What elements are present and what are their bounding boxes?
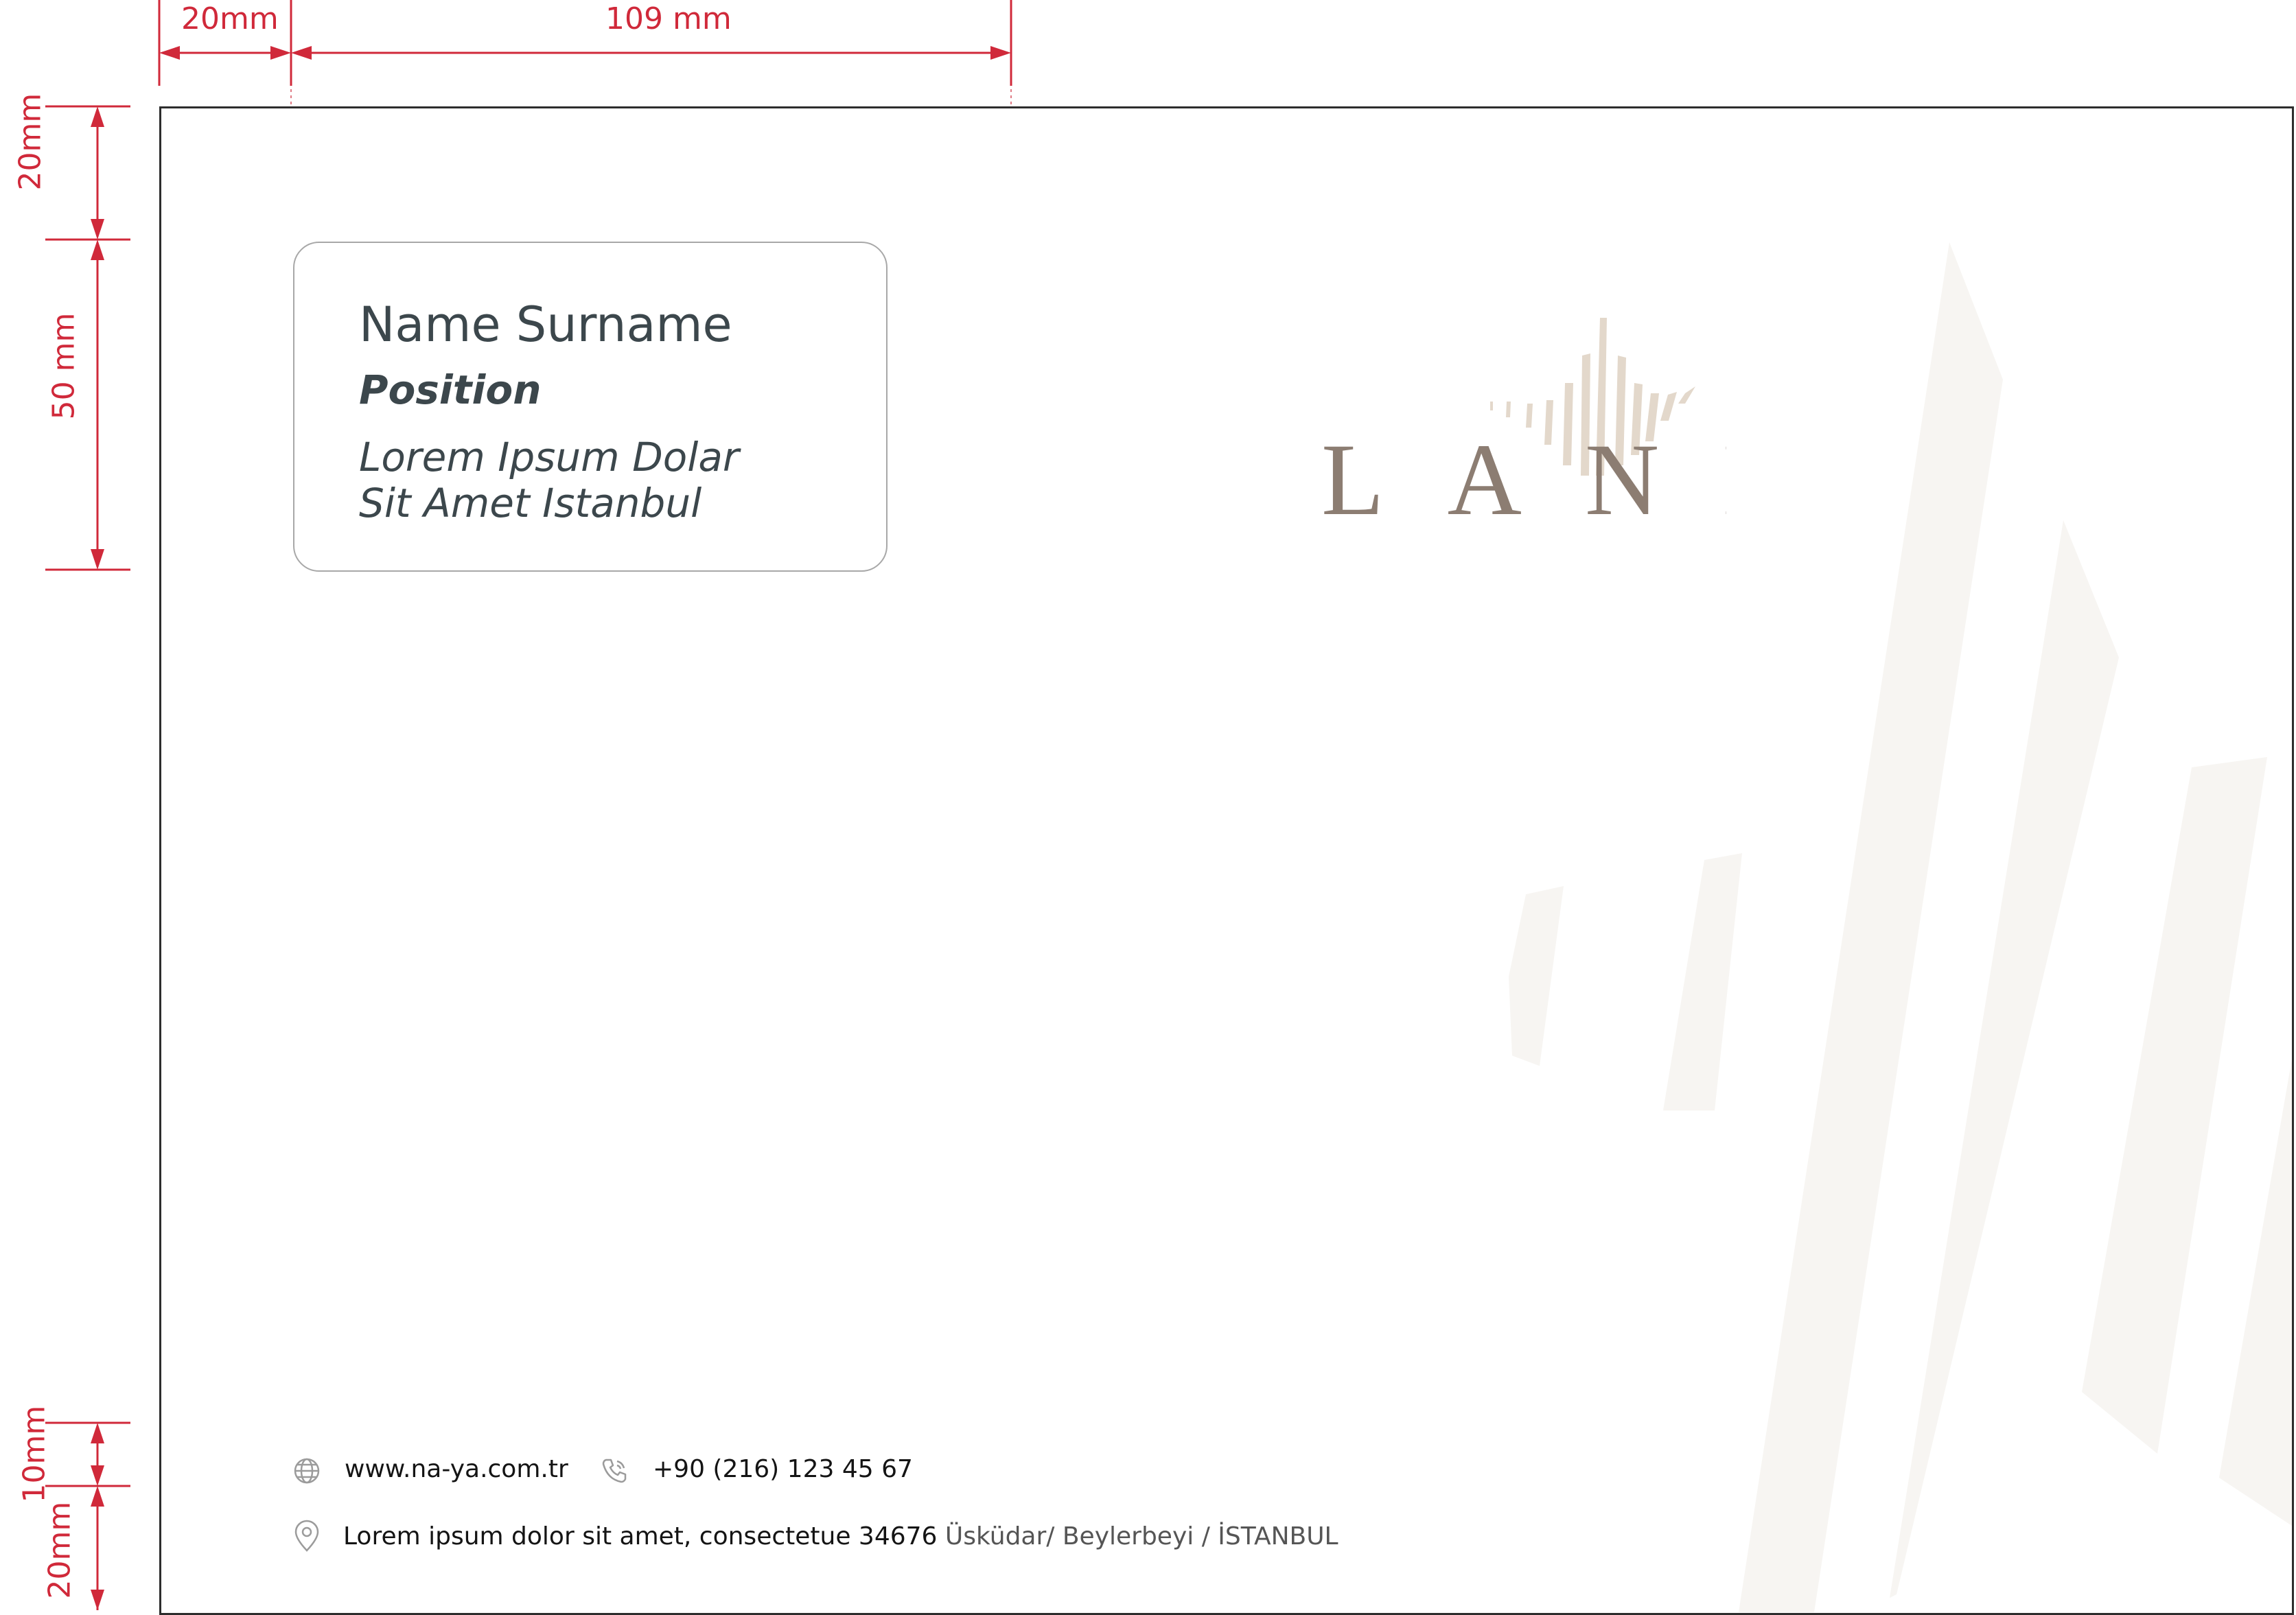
location-pin-icon xyxy=(294,1520,319,1552)
recipient-name: Name Surname xyxy=(359,297,732,353)
dim-top-margin-label: 20mm xyxy=(12,93,48,191)
logo-wordmark: LANI xyxy=(1321,433,1726,529)
phone-text: +90 (216) 123 45 67 xyxy=(653,1455,913,1483)
dim-bottom-margin-label: 20mm xyxy=(42,1501,78,1599)
logo-text: LANI xyxy=(1321,433,1726,529)
address-line-1: Lorem Ipsum Dolar xyxy=(359,434,739,480)
website-text: www.na-ya.com.tr xyxy=(345,1455,568,1483)
address-district: Üsküdar/ Beylerbeyi / İSTANBUL xyxy=(944,1522,1338,1550)
envelope: Name Surname Position Lorem Ipsum Dolar … xyxy=(159,106,2294,1615)
globe-icon xyxy=(294,1458,320,1484)
address-window: Name Surname Position Lorem Ipsum Dolar … xyxy=(293,242,888,572)
phone-icon xyxy=(602,1459,627,1483)
dim-window-width-label: 109 mm xyxy=(605,1,732,36)
dim-left-margin-label: 20mm xyxy=(181,1,279,36)
dim-footer-gap-label: 10mm xyxy=(16,1405,52,1503)
dim-window-height-label: 50 mm xyxy=(46,312,82,420)
address-main: Lorem ipsum dolor sit amet, consectetue … xyxy=(343,1522,938,1550)
address-line-2: Sit Amet Istanbul xyxy=(359,480,702,526)
recipient-position: Position xyxy=(359,367,542,413)
address-text: Lorem ipsum dolor sit amet, consectetue … xyxy=(343,1522,1338,1550)
